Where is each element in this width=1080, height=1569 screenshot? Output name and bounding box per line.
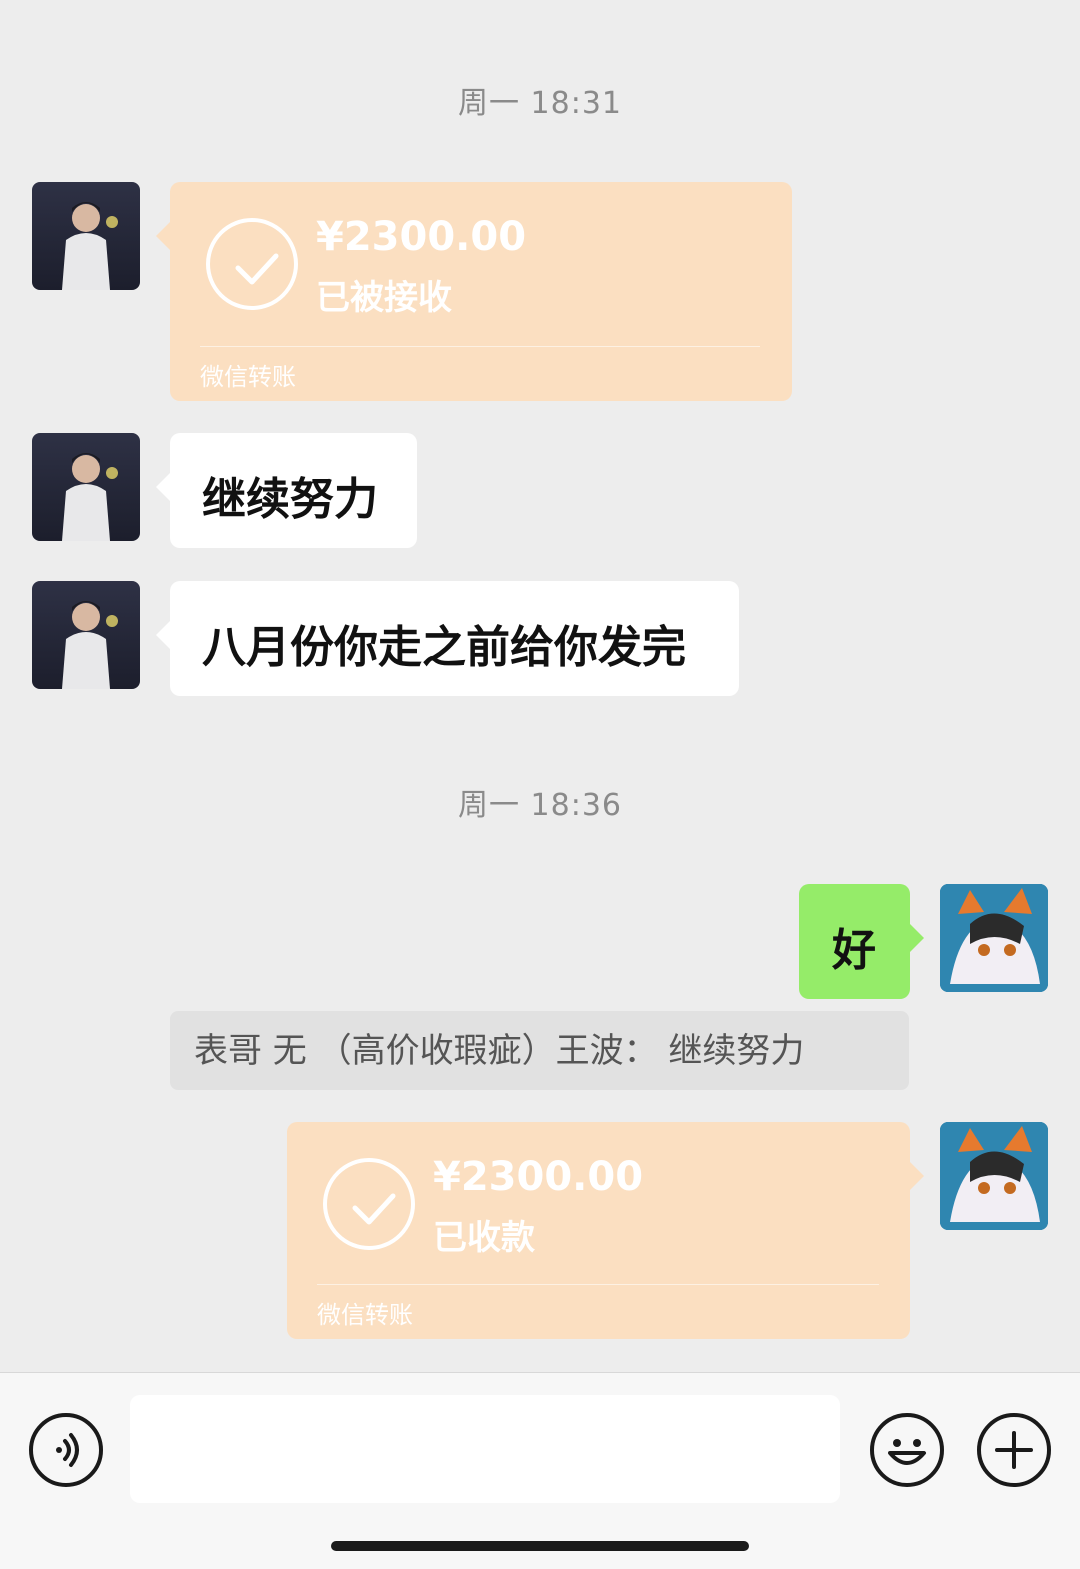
timestamp: 周一 18:36 (458, 788, 622, 823)
transfer-footer-label: 微信转账 (200, 363, 296, 391)
text-message-received[interactable]: 八月份你走之前给你发完 (156, 581, 739, 696)
message-input[interactable] (130, 1395, 840, 1503)
transfer-message-received[interactable]: ¥2300.00 已被接收 微信转账 (156, 182, 792, 401)
emoji-icon[interactable] (870, 1413, 944, 1487)
transfer-status: 已收款 (433, 1218, 535, 1258)
divider (200, 346, 760, 347)
timestamp: 周一 18:31 (458, 86, 622, 121)
transfer-status: 已被接收 (316, 278, 452, 318)
transfer-amount: ¥2300.00 (316, 214, 527, 260)
text-message-received[interactable]: 继续努力 (156, 433, 417, 548)
home-indicator[interactable] (331, 1541, 749, 1551)
my-avatar[interactable] (940, 884, 1048, 992)
voice-icon[interactable] (29, 1413, 103, 1487)
text-message-sent[interactable]: 好 (799, 884, 924, 999)
check-icon (323, 1158, 415, 1250)
message-text: 继续努力 (202, 474, 378, 525)
contact-avatar[interactable] (32, 433, 140, 541)
plus-icon[interactable] (977, 1413, 1051, 1487)
transfer-amount: ¥2300.00 (433, 1154, 644, 1200)
check-icon (206, 218, 298, 310)
input-bar (0, 1372, 1080, 1569)
quoted-message[interactable]: 表哥 无 （高价收瑕疵）王波： 继续努力 (170, 1011, 909, 1090)
contact-avatar[interactable] (32, 182, 140, 290)
transfer-footer-label: 微信转账 (317, 1301, 413, 1329)
message-text: 八月份你走之前给你发完 (202, 622, 686, 673)
my-avatar[interactable] (940, 1122, 1048, 1230)
transfer-message-sent[interactable]: ¥2300.00 已收款 微信转账 (287, 1122, 924, 1339)
contact-avatar[interactable] (32, 581, 140, 689)
divider (317, 1284, 879, 1285)
message-text: 好 (832, 925, 876, 976)
